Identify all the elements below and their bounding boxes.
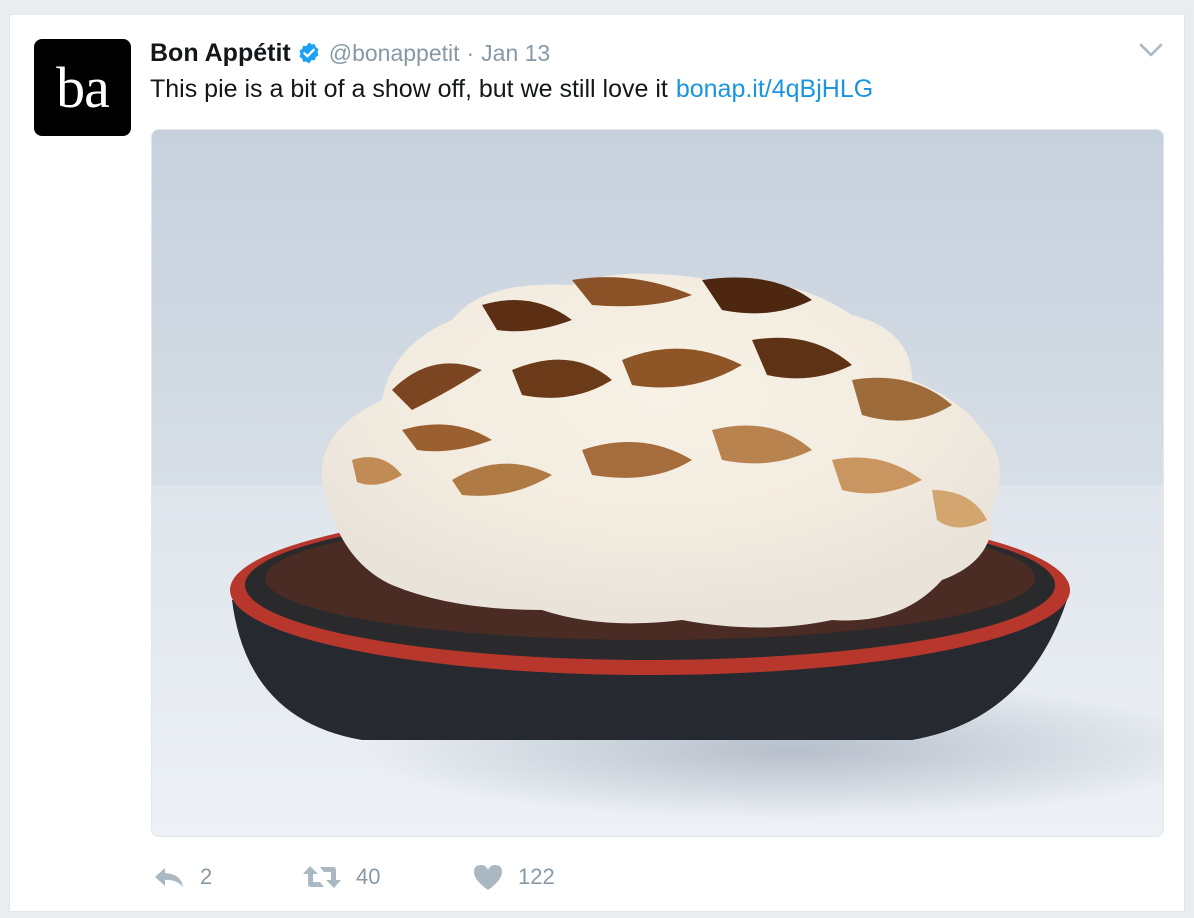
reply-icon[interactable] [152,864,186,890]
tweet-body: This pie is a bit of a show off, but we … [150,75,668,103]
author-handle[interactable]: @bonappetit [329,40,460,67]
avatar[interactable]: ba [34,39,131,136]
like-count: 122 [518,864,555,889]
tweet-actions: 2 40 122 [152,860,622,894]
tweet-text: This pie is a bit of a show off, but we … [150,75,873,104]
meringue-pie-photo [152,130,1163,836]
chevron-down-icon[interactable] [1138,41,1164,59]
retweet-action[interactable]: 40 [302,864,472,890]
tweet-photo[interactable] [151,129,1164,837]
reply-count: 2 [200,864,213,889]
verified-badge-icon [299,42,319,64]
tweet-card[interactable]: ba Bon Appétit @bonappetit · Jan 13 This… [9,14,1185,912]
author-name[interactable]: Bon Appétit [150,39,291,68]
retweet-icon[interactable] [302,864,342,890]
like-action[interactable]: 122 [472,863,622,891]
tweet-date[interactable]: Jan 13 [481,40,550,67]
reply-action[interactable]: 2 [152,864,302,890]
tweet-link[interactable]: bonap.it/4qBjHLG [676,75,873,103]
retweet-count: 40 [356,864,381,889]
header-separator: · [466,39,475,66]
tweet-header: Bon Appétit @bonappetit · Jan 13 [150,37,550,69]
heart-icon[interactable] [472,863,504,891]
